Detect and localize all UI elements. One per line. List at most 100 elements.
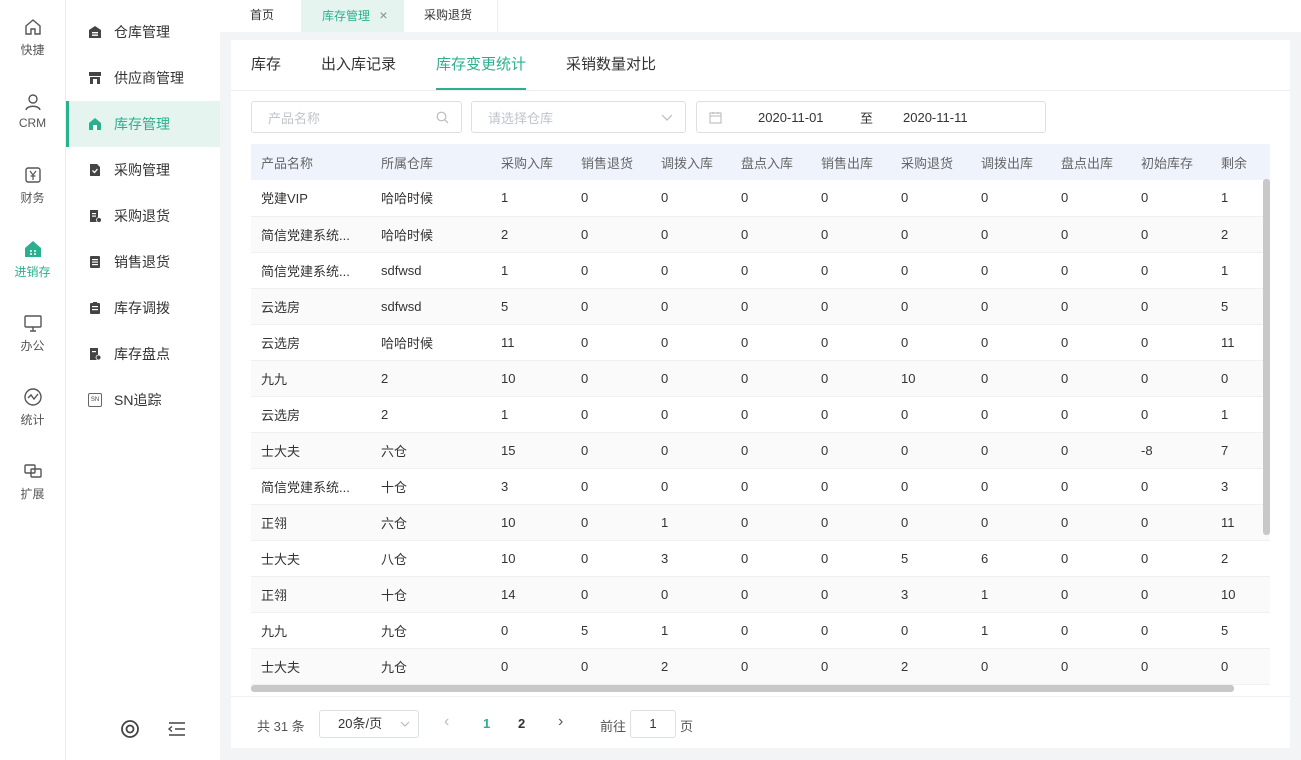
table-cell: 10 (491, 540, 571, 577)
sidebar-item-purchase-return[interactable]: 采购退货 (66, 193, 220, 239)
column-header[interactable]: 采购入库 (491, 144, 571, 180)
sidebar-label: 供应商管理 (114, 70, 184, 86)
product-name-input[interactable]: 产品名称 (251, 101, 462, 133)
settings-icon[interactable] (120, 719, 140, 742)
next-page-button[interactable]: › (558, 713, 563, 731)
table-cell: 0 (1131, 180, 1211, 217)
table-cell: 0 (571, 504, 651, 541)
column-header[interactable]: 销售退货 (571, 144, 651, 180)
sidebar-item-purchase[interactable]: 采购管理 (66, 147, 220, 193)
sidebar-item-transfer[interactable]: 库存调拨 (66, 285, 220, 331)
table-cell: 0 (731, 288, 811, 325)
warehouse-select[interactable]: 请选择仓库 (471, 101, 686, 133)
table-row[interactable]: 云选房 sdfwsd 5 0 0 0 0 0 0 0 0 5 (251, 288, 1270, 325)
table-cell: 0 (1131, 612, 1211, 649)
table-row[interactable]: 党建VIP 哈哈时候 1 0 0 0 0 0 0 0 0 1 (251, 180, 1270, 217)
tab-purchase-return[interactable]: 采购退货 (404, 0, 498, 32)
rail-label: 统计 (20, 412, 45, 427)
table-cell: 士大夫 (251, 540, 371, 577)
rail-item-crm[interactable]: CRM (0, 74, 65, 148)
table-vertical-scrollbar[interactable] (1263, 179, 1270, 535)
table-row[interactable]: 士大夫 八仓 10 0 3 0 0 5 6 0 0 2 (251, 540, 1270, 577)
table-cell: 0 (811, 540, 891, 577)
total-count: 共 31 条 (257, 719, 305, 734)
date-start: 2020-11-01 (758, 109, 824, 125)
table-row[interactable]: 士大夫 九仓 0 0 2 0 0 2 0 0 0 0 (251, 648, 1270, 685)
sidebar-item-sales-return[interactable]: 销售退货 (66, 239, 220, 285)
tab-label: 采购退货 (424, 8, 473, 22)
column-header[interactable]: 采购退货 (891, 144, 971, 180)
collapse-menu-icon[interactable] (167, 719, 187, 742)
table-row[interactable]: 简信党建系统... 十仓 3 0 0 0 0 0 0 0 0 3 (251, 468, 1270, 505)
table-row[interactable]: 云选房 哈哈时候 11 0 0 0 0 0 0 0 0 11 (251, 324, 1270, 361)
sidebar-item-warehouse[interactable]: 仓库管理 (66, 9, 220, 55)
subtab-stock-change-stats[interactable]: 库存变更统计 (436, 40, 527, 91)
table-row[interactable]: 正翎 六仓 10 0 1 0 0 0 0 0 0 11 (251, 504, 1270, 541)
column-header[interactable]: 所属仓库 (371, 144, 491, 180)
column-header[interactable]: 产品名称 (251, 144, 371, 180)
goto-page-input[interactable]: 1 (630, 710, 676, 738)
close-icon[interactable]: × (379, 7, 387, 23)
subtab-purchase-sales-compare[interactable]: 采销数量对比 (566, 40, 656, 91)
table-row[interactable]: 正翎 十仓 14 0 0 0 0 3 1 0 0 10 (251, 576, 1270, 613)
table-row[interactable]: 云选房 2 1 0 0 0 0 0 0 0 0 1 (251, 396, 1270, 433)
table-row[interactable]: 简信党建系统... sdfwsd 1 0 0 0 0 0 0 0 0 1 (251, 252, 1270, 289)
table-row[interactable]: 九九 九仓 0 5 1 0 0 0 1 0 0 5 (251, 612, 1270, 649)
table-cell: 0 (651, 180, 731, 217)
table-cell: 11 (1211, 504, 1270, 541)
page-button-2[interactable]: 2 (518, 716, 525, 731)
prev-page-button[interactable]: ‹ (444, 713, 449, 731)
table-cell: 0 (811, 576, 891, 613)
table-cell: 0 (891, 324, 971, 361)
rail-item-stats[interactable]: 统计 (0, 370, 65, 444)
table-cell: 10 (891, 360, 971, 397)
table-horizontal-scrollbar[interactable] (251, 685, 1234, 692)
sidebar: 仓库管理 供应商管理 库存管理 采购管理 采购退货 销售退货 库存调拨 库存盘点… (66, 0, 220, 760)
rail-item-inventory[interactable]: 进销存 (0, 222, 65, 296)
table-cell: 0 (1211, 648, 1270, 685)
column-header[interactable]: 盘点入库 (731, 144, 811, 180)
column-header[interactable]: 调拨入库 (651, 144, 731, 180)
date-range-picker[interactable]: 2020-11-01 至 2020-11-11 (696, 101, 1046, 133)
tab-inventory[interactable]: 库存管理 × (302, 0, 404, 32)
sidebar-item-sn-tracking[interactable]: SN SN追踪 (66, 377, 220, 423)
table-row[interactable]: 简信党建系统... 哈哈时候 2 0 0 0 0 0 0 0 0 2 (251, 216, 1270, 253)
rail-item-finance[interactable]: 财务 (0, 148, 65, 222)
table-cell: 5 (571, 612, 651, 649)
table-cell: 0 (971, 360, 1051, 397)
table-cell: 哈哈时候 (371, 324, 491, 361)
rail-item-office[interactable]: 办公 (0, 296, 65, 370)
table-cell: 0 (731, 252, 811, 289)
page-button-1[interactable]: 1 (483, 716, 490, 731)
subtab-io-records[interactable]: 出入库记录 (321, 40, 396, 91)
table-row[interactable]: 九九 2 10 0 0 0 0 10 0 0 0 0 (251, 360, 1270, 397)
column-header[interactable]: 盘点出库 (1051, 144, 1131, 180)
table-cell: 0 (491, 648, 571, 685)
column-header[interactable]: 初始库存 (1131, 144, 1211, 180)
table-cell: 1 (1211, 396, 1270, 433)
column-header[interactable]: 调拨出库 (971, 144, 1051, 180)
table-cell: 2 (1211, 216, 1270, 253)
rail-item-extend[interactable]: 扩展 (0, 444, 65, 518)
table-cell: 0 (731, 432, 811, 469)
table-cell: 0 (811, 612, 891, 649)
table-row[interactable]: 士大夫 六仓 15 0 0 0 0 0 0 0 -8 7 (251, 432, 1270, 469)
table-cell: 0 (731, 360, 811, 397)
sidebar-item-supplier[interactable]: 供应商管理 (66, 55, 220, 101)
table-cell: 3 (491, 468, 571, 505)
table-cell: 0 (971, 324, 1051, 361)
page-size-select[interactable]: 20条/页 (319, 710, 419, 738)
table-cell: 0 (571, 648, 651, 685)
table-cell: 0 (571, 180, 651, 217)
sidebar-item-inventory[interactable]: 库存管理 (66, 101, 220, 147)
sn-icon: SN (88, 393, 102, 407)
column-header[interactable]: 销售出库 (811, 144, 891, 180)
table-cell: 0 (1131, 540, 1211, 577)
table-cell: 0 (651, 468, 731, 505)
tab-home[interactable]: 首页 (230, 0, 302, 32)
rail-item-quick[interactable]: 快捷 (0, 0, 65, 74)
column-header[interactable]: 剩余 (1211, 144, 1270, 180)
sidebar-item-stocktake[interactable]: 库存盘点 (66, 331, 220, 377)
date-end: 2020-11-11 (903, 109, 968, 125)
subtab-stock[interactable]: 库存 (251, 40, 281, 91)
